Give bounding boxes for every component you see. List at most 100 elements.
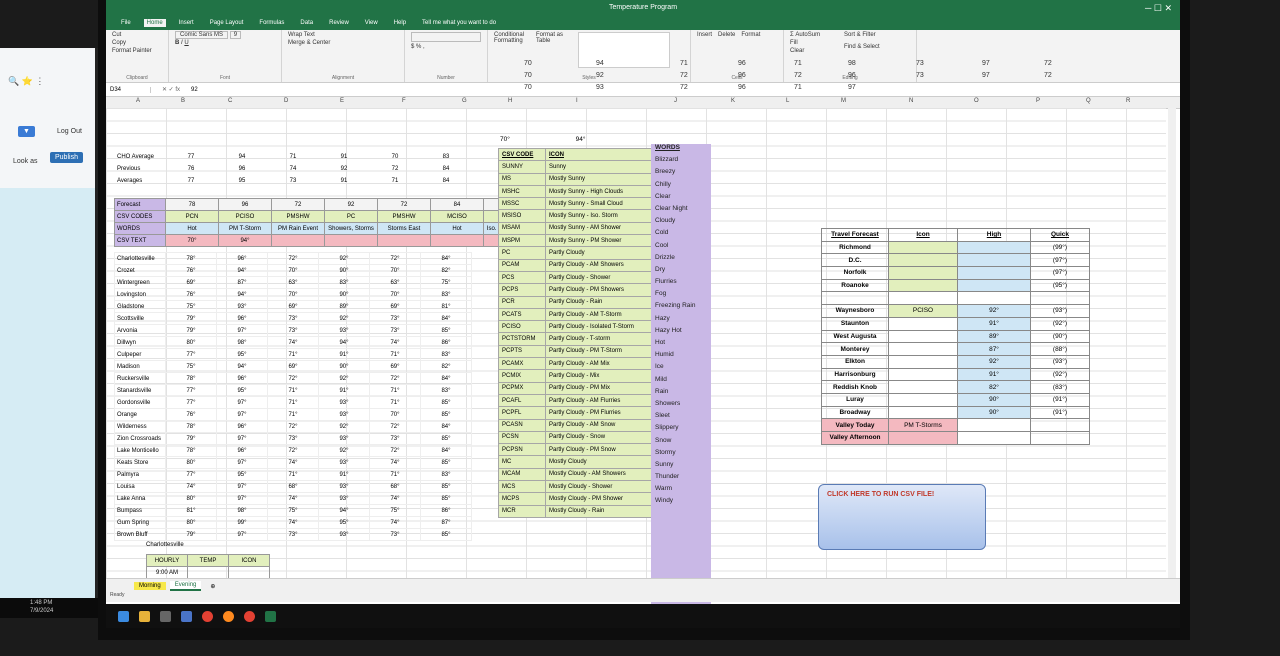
font-name-select[interactable]: Comic Sans MS	[175, 31, 229, 39]
city-name[interactable]: Richmond	[821, 240, 889, 255]
table-cell[interactable]: 78°	[165, 444, 217, 457]
table-cell[interactable]: 63°	[267, 276, 319, 289]
table-cell[interactable]: 76°	[165, 288, 217, 301]
table-cell[interactable]: 93°	[318, 396, 370, 409]
table-cell[interactable]: 71°	[267, 468, 319, 481]
high-cell[interactable]	[957, 266, 1031, 280]
table-cell[interactable]: 93°	[216, 300, 268, 313]
city-name[interactable]: West Augusta	[821, 329, 889, 344]
table-cell[interactable]: 63°	[369, 276, 421, 289]
table-cell[interactable]: 83°	[420, 468, 472, 481]
table-cell[interactable]: 95	[217, 175, 268, 187]
city-name[interactable]: Gladstone	[114, 300, 166, 313]
top-value[interactable]: 96	[738, 84, 746, 91]
table-cell[interactable]: 91°	[318, 468, 370, 481]
bold-italic-underline[interactable]: B I U	[175, 40, 275, 46]
table-cell[interactable]: 70°	[369, 408, 421, 421]
table-cell[interactable]: 92°	[318, 444, 370, 457]
high-cell[interactable]	[957, 431, 1031, 445]
word-item[interactable]: Freezing Rain	[651, 302, 711, 314]
column-header[interactable]: HOURLY	[146, 554, 188, 567]
table-cell[interactable]: 93°	[318, 432, 370, 445]
table-cell[interactable]: 96	[218, 198, 272, 211]
word-item[interactable]: Warm	[651, 485, 711, 497]
row-label[interactable]: Previous	[115, 163, 166, 175]
top-value[interactable]: 70	[524, 84, 532, 91]
table-cell[interactable]: 72°	[267, 252, 319, 265]
table-cell[interactable]: 76	[166, 163, 217, 175]
table-cell[interactable]: 93°	[318, 528, 370, 541]
table-cell[interactable]: 97°	[216, 432, 268, 445]
quick-cell[interactable]: (92°)	[1030, 316, 1090, 331]
quick-cell[interactable]: (91°)	[1030, 405, 1090, 420]
table-cell[interactable]: 95°	[216, 348, 268, 361]
icon-cell[interactable]	[888, 253, 958, 268]
table-cell[interactable]: 73°	[369, 432, 421, 445]
word-item[interactable]: Thunder	[651, 473, 711, 485]
tab-formulas[interactable]: Formulas	[256, 19, 287, 27]
sheet-tab-evening[interactable]: Evening	[169, 581, 202, 591]
table-cell[interactable]: 80°	[165, 456, 217, 469]
csv-code[interactable]: PCR	[498, 295, 546, 309]
table-cell[interactable]: 71°	[267, 396, 319, 409]
csv-icon-name[interactable]: Mostly Cloudy - AM Showers	[545, 467, 653, 482]
table-cell[interactable]: 75°	[420, 276, 472, 289]
fx-icon[interactable]: ✕ ✓ fx	[151, 86, 191, 93]
csv-icon-name[interactable]: Partly Cloudy - AM Mix	[545, 357, 653, 371]
csv-code[interactable]: PCTSTORM	[498, 332, 546, 346]
table-cell[interactable]: 69°	[369, 300, 421, 313]
table-cell[interactable]: 71°	[369, 468, 421, 481]
csv-code[interactable]: PCPTS	[498, 344, 546, 359]
quick-cell[interactable]	[1030, 418, 1090, 432]
column-header-A[interactable]: A	[136, 98, 140, 104]
city-name[interactable]: Crozet	[114, 264, 166, 277]
table-cell[interactable]: 69°	[267, 300, 319, 313]
table-cell[interactable]: 97°	[216, 408, 268, 421]
icon-cell[interactable]	[888, 342, 958, 356]
table-cell[interactable]: 77°	[165, 468, 217, 481]
top-value[interactable]: 97	[982, 72, 990, 79]
csv-icon-name[interactable]: Partly Cloudy - AM Snow	[545, 418, 653, 432]
table-cell[interactable]	[377, 234, 431, 247]
table-cell[interactable]: PC	[324, 210, 378, 223]
city-name[interactable]: Orange	[114, 408, 166, 421]
csv-code[interactable]: MCR	[498, 504, 546, 518]
excel-icon[interactable]	[265, 610, 276, 622]
table-cell[interactable]: 92	[324, 198, 378, 211]
table-cell[interactable]: 93°	[318, 492, 370, 505]
table-cell[interactable]: 81°	[420, 300, 472, 313]
table-cell[interactable]: 77°	[165, 396, 217, 409]
table-cell[interactable]: 84°	[420, 312, 472, 325]
quick-cell[interactable]	[1030, 291, 1090, 306]
word-item[interactable]: Showers	[651, 400, 711, 412]
word-item[interactable]: Hazy	[651, 315, 711, 327]
table-cell[interactable]: 94°	[216, 288, 268, 301]
table-cell[interactable]: 80°	[165, 516, 217, 529]
start-icon[interactable]	[118, 610, 129, 622]
table-cell[interactable]: Hot	[430, 222, 484, 235]
table-cell[interactable]: 95°	[216, 384, 268, 397]
table-cell[interactable]: 85°	[420, 408, 472, 421]
cut-button[interactable]: Cut	[112, 32, 162, 38]
column-header[interactable]: ICON	[228, 554, 270, 567]
table-cell[interactable]: 70°	[267, 288, 319, 301]
run-csv-button[interactable]: CLICK HERE TO RUN CSV FILE!	[818, 484, 986, 550]
top-value[interactable]: 97	[982, 60, 990, 67]
csv-icon-name[interactable]: Partly Cloudy - AM Showers	[545, 258, 653, 272]
cell-styles-gallery[interactable]	[578, 32, 670, 68]
column-header-D[interactable]: D	[284, 98, 288, 104]
csv-icon-name[interactable]: Mostly Sunny - AM Shower	[545, 221, 653, 236]
icon-cell[interactable]	[888, 392, 958, 407]
quick-cell[interactable]: (83°)	[1030, 380, 1090, 394]
table-cell[interactable]: 77	[166, 151, 217, 163]
table-cell[interactable]: 74°	[369, 336, 421, 349]
copy-button[interactable]: Copy	[112, 40, 162, 46]
high-cell[interactable]	[957, 253, 1031, 268]
table-cell[interactable]: PMSHW	[377, 210, 431, 223]
table-cell[interactable]: 77°	[165, 348, 217, 361]
table-cell[interactable]: 87°	[216, 276, 268, 289]
top-value[interactable]: 72	[680, 84, 688, 91]
top-value[interactable]: 70	[524, 60, 532, 67]
table-cell[interactable]: 92°	[318, 420, 370, 433]
word-item[interactable]: Breezy	[651, 168, 711, 180]
